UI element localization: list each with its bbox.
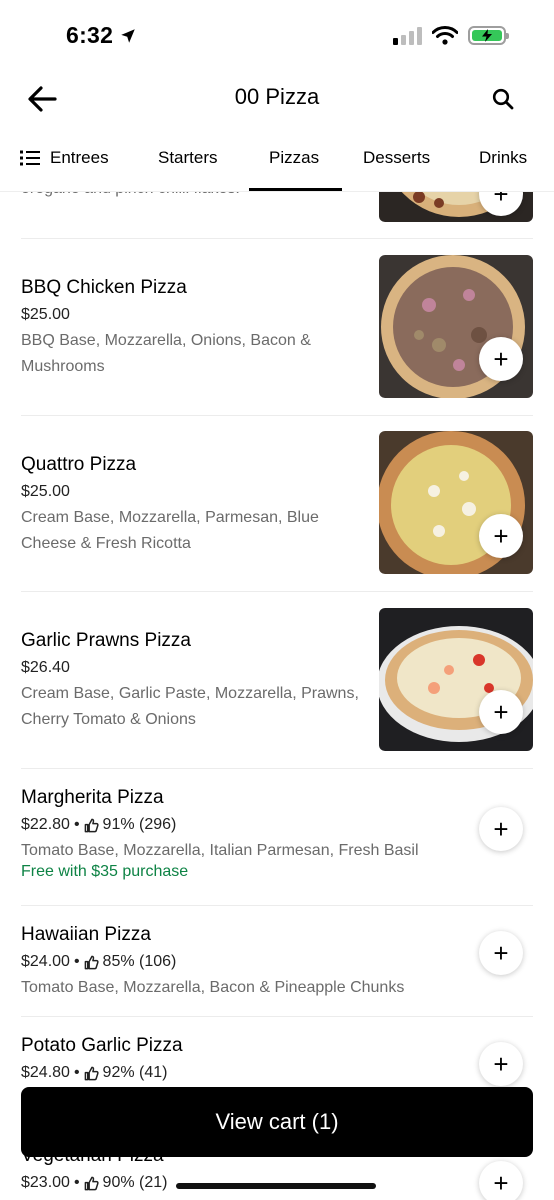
menu-item[interactable]: Margherita Pizza $22.80 • 91% (296) Toma… [0, 769, 554, 906]
thumbs-up-icon [84, 1176, 99, 1190]
item-name: Hawaiian Pizza [21, 924, 151, 945]
tab-starters[interactable]: Starters [158, 148, 218, 168]
add-button[interactable]: + [479, 1042, 523, 1086]
item-description: oregano and pinch chilli flakes. [21, 192, 361, 202]
tab-desserts[interactable]: Desserts [363, 148, 430, 168]
category-tabs: Entrees Starters Pizzas Desserts Drinks [0, 134, 554, 192]
status-bar: 6:32 [0, 0, 554, 74]
item-price-rating: $22.80 • 91% (296) [21, 816, 177, 833]
clock: 6:32 [66, 22, 114, 48]
item-name: BBQ Chicken Pizza [21, 277, 187, 298]
status-time: 6:32 [66, 22, 137, 49]
item-name: Potato Garlic Pizza [21, 1035, 183, 1056]
search-icon [492, 88, 514, 110]
item-description: BBQ Base, Mozzarella, Onions, Bacon & Mu… [21, 332, 311, 375]
header: 00 Pizza [0, 74, 554, 124]
menu-item[interactable]: Hawaiian Pizza $24.00 • 85% (106) Tomato… [0, 906, 554, 1016]
menu-item[interactable]: Garlic Prawns Pizza $26.40 Cream Base, G… [0, 592, 554, 768]
item-name: Margherita Pizza [21, 787, 164, 808]
item-price-rating: $23.00 • 90% (21) [21, 1174, 168, 1191]
battery-icon [468, 26, 509, 45]
tab-entrees[interactable]: Entrees [50, 148, 120, 168]
item-description: Tomato Base, Mozzarella, Bacon & Pineapp… [21, 979, 405, 996]
menu-list: oregano and pinch chilli flakes. + BBQ C… [0, 192, 554, 1200]
item-price-rating: $24.80 • 92% (41) [21, 1064, 168, 1081]
item-name: Quattro Pizza [21, 454, 137, 475]
thumbs-up-icon [84, 818, 99, 832]
view-cart-button[interactable]: View cart (1) [21, 1087, 533, 1157]
list-icon[interactable] [18, 146, 42, 170]
menu-item[interactable]: BBQ Chicken Pizza $25.00 BBQ Base, Mozza… [0, 239, 554, 415]
menu-item[interactable]: Quattro Pizza $25.00 Cream Base, Mozzare… [0, 416, 554, 592]
tab-drinks[interactable]: Drinks [479, 148, 527, 168]
wifi-icon [432, 26, 458, 45]
item-price: $26.40 [21, 659, 70, 676]
cellular-signal-icon [393, 26, 422, 45]
tab-pizzas[interactable]: Pizzas [269, 148, 319, 168]
page-title: 00 Pizza [234, 84, 320, 109]
thumbs-up-icon [84, 1066, 99, 1080]
item-price: $25.00 [21, 306, 70, 323]
item-price-rating: $24.00 • 85% (106) [21, 953, 177, 970]
item-name: Garlic Prawns Pizza [21, 630, 191, 651]
promo-text: Free with $35 purchase [21, 863, 189, 880]
add-button[interactable]: + [479, 1161, 523, 1200]
add-button[interactable]: + [479, 807, 523, 851]
add-button[interactable]: + [479, 931, 523, 975]
add-button[interactable]: + [479, 514, 523, 558]
home-indicator [176, 1183, 376, 1189]
status-icons [393, 26, 509, 45]
item-description: Cream Base, Garlic Paste, Mozzarella, Pr… [21, 685, 359, 728]
thumbs-up-icon [84, 955, 99, 969]
location-arrow-icon [121, 28, 135, 43]
item-description: Tomato Base, Mozzarella, Italian Parmesa… [21, 842, 419, 859]
item-description: Cream Base, Mozzarella, Parmesan, Blue C… [21, 509, 319, 552]
add-button[interactable]: + [479, 690, 523, 734]
search-button[interactable] [488, 84, 518, 114]
add-button[interactable]: + [479, 337, 523, 381]
item-price: $25.00 [21, 483, 70, 500]
charging-bolt-icon [482, 29, 492, 42]
